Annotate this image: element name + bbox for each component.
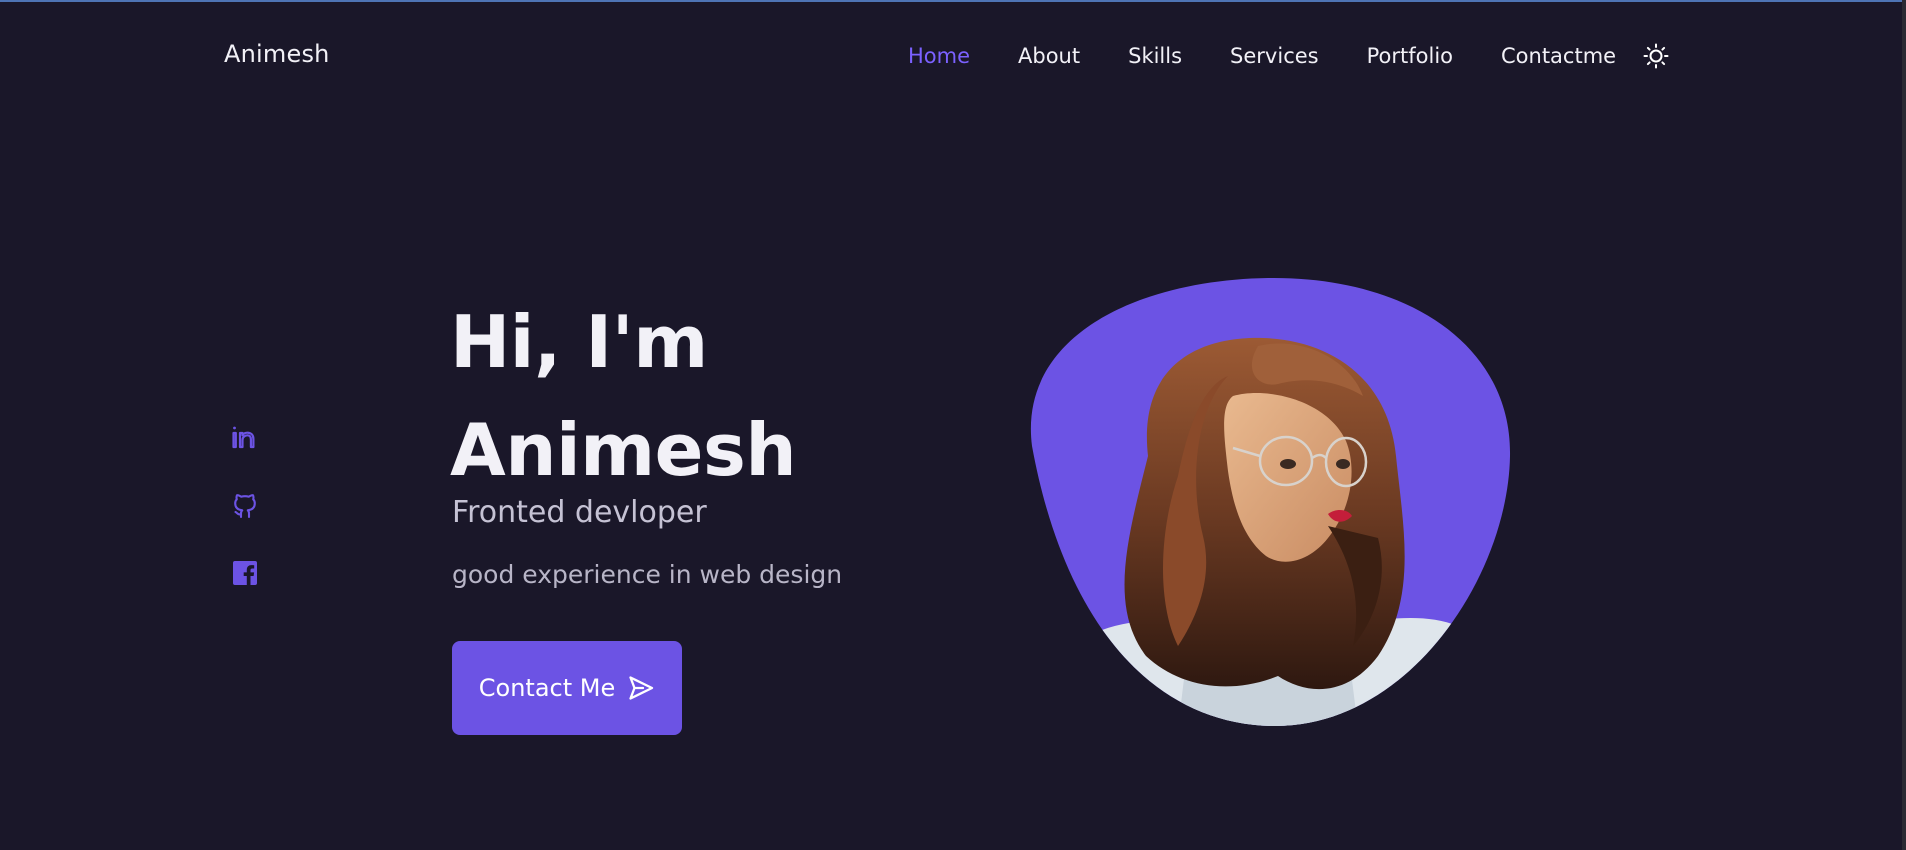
hero-description: good experience in web design [452,560,843,589]
nav-item-services[interactable]: Services [1230,40,1319,72]
linkedin-link[interactable] [230,422,260,452]
hero-greeting: Hi, I'm [450,300,708,384]
window-top-border [0,0,1906,2]
nav-item-home[interactable]: Home [908,40,970,72]
send-icon [629,676,654,700]
hero-name: Animesh [450,408,797,492]
nav-item-about[interactable]: About [1018,40,1080,72]
nav-item-portfolio[interactable]: Portfolio [1367,40,1453,72]
profile-image-blob [1028,276,1512,728]
main-nav: Home About Skills Services Portfolio Con… [908,40,1670,72]
facebook-link[interactable] [230,558,260,588]
linkedin-icon [232,426,255,449]
theme-toggle-button[interactable] [1642,42,1670,70]
contact-button-label: Contact Me [478,674,616,702]
github-link[interactable] [230,490,260,520]
github-icon [234,494,256,519]
facebook-icon [233,561,257,585]
nav-item-skills[interactable]: Skills [1128,40,1182,72]
social-links [230,422,260,626]
profile-photo [1030,277,1511,727]
sun-icon [1643,43,1669,69]
nav-item-contactme[interactable]: Contactme [1501,40,1616,72]
hero-subtitle: Fronted devloper [452,495,707,530]
contact-me-button[interactable]: Contact Me [452,641,682,735]
scrollbar-track[interactable] [1902,0,1906,850]
hero-title: Hi, I'm Animesh [450,288,797,504]
site-logo[interactable]: Animesh [224,40,330,68]
